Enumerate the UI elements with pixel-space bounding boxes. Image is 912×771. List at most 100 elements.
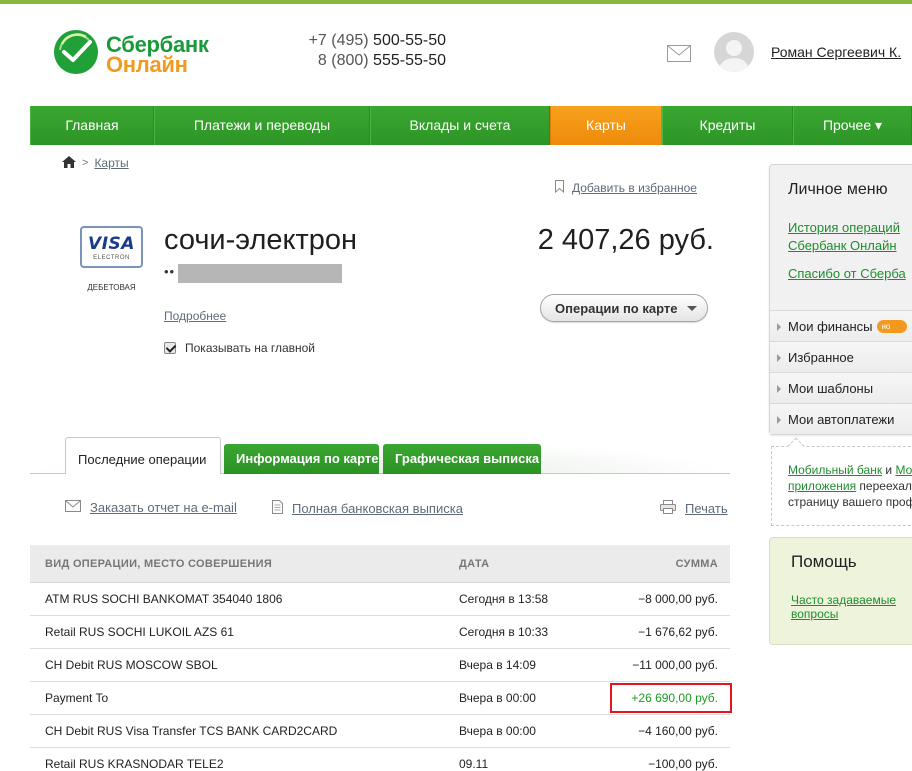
spasibo-link[interactable]: Спасибо от Сберба xyxy=(788,265,906,283)
table-row[interactable]: CH Debit RUS Visa Transfer TCS BANK CARD… xyxy=(30,715,730,748)
nav-item-cards[interactable]: Карты xyxy=(550,106,662,145)
breadcrumb-separator-icon: > xyxy=(82,157,89,169)
sidebar-item-label: Мои автоплатежи xyxy=(788,411,895,427)
sidebar-item-my-finances[interactable]: Мои финансы но xyxy=(770,310,912,341)
tab-recent-operations[interactable]: Последние операции xyxy=(65,437,221,474)
show-on-main-checkbox[interactable] xyxy=(164,342,176,354)
row-date: Вчера в 00:00 xyxy=(459,691,536,705)
breadcrumb: > Карты xyxy=(62,155,129,171)
row-amount: −1 676,62 руб. xyxy=(638,625,718,639)
card-number-dots: •• xyxy=(164,264,176,279)
home-icon[interactable] xyxy=(62,155,76,171)
user-avatar-icon[interactable] xyxy=(714,32,754,72)
card-brand-text: VISA xyxy=(88,234,135,254)
sberbank-logo[interactable]: Сбербанк Онлайн xyxy=(54,28,214,77)
row-operation: ATM RUS SOCHI BANKOMAT 354040 1806 xyxy=(45,592,283,606)
card-balance: 2 407,26 руб. xyxy=(537,224,714,256)
card-name: сочи-электрон xyxy=(164,224,358,256)
personal-menu-title: Личное меню xyxy=(788,181,888,198)
card-operations-dropdown[interactable]: Операции по карте xyxy=(540,294,708,322)
chevron-right-icon xyxy=(777,354,781,362)
note-text: страницу вашего проф xyxy=(788,495,912,509)
tab-card-info[interactable]: Информация по карте xyxy=(224,444,379,474)
show-on-main-option[interactable]: Показывать на главной xyxy=(164,341,315,355)
mobile-bank-link[interactable]: Мобильный банк xyxy=(788,463,882,477)
row-date: Вчера в 14:09 xyxy=(459,658,536,672)
card-number-redacted xyxy=(178,264,342,283)
card-operations-label: Операции по карте xyxy=(555,300,678,316)
row-date: 09.11 xyxy=(459,757,489,771)
printer-icon xyxy=(660,500,676,517)
table-row[interactable]: CH Debit RUS MOSCOW SBOL Вчера в 14:09 −… xyxy=(30,649,730,682)
tab-graphic-statement[interactable]: Графическая выписка xyxy=(383,444,541,474)
table-row[interactable]: ATM RUS SOCHI BANKOMAT 354040 1806 Сегод… xyxy=(30,583,730,616)
sidebar-item-label: Мои финансы xyxy=(788,318,873,334)
user-name-link[interactable]: Роман Сергеевич К. xyxy=(771,44,901,60)
help-panel: Помощь Часто задаваемые вопросы xyxy=(769,537,912,645)
full-statement-label: Полная банковская выписка xyxy=(292,501,463,516)
card-brand-subtext: ELECTRON xyxy=(93,255,130,261)
chevron-right-icon xyxy=(777,416,781,424)
row-amount: −100,00 руб. xyxy=(648,757,718,771)
row-amount: −4 160,00 руб. xyxy=(638,724,718,738)
visa-electron-card-icon: VISA ELECTRON xyxy=(80,226,143,268)
table-row[interactable]: Retail RUS KRASNODAR TELE2 09.11 −100,00… xyxy=(30,748,730,771)
sidebar-item-label: Мои шаблоны xyxy=(788,380,874,396)
table-row[interactable]: Payment To Вчера в 00:00 +26 690,00 руб. xyxy=(30,682,732,715)
mobile-bank-note: Мобильный банк и Мо приложения переехал … xyxy=(771,437,912,526)
row-operation: CH Debit RUS MOSCOW SBOL xyxy=(45,658,218,672)
history-link-line2[interactable]: Сбербанк Онлайн xyxy=(788,237,897,255)
phone-russia: 8 (800) 555-55-50 xyxy=(317,52,446,69)
note-pointer xyxy=(787,437,805,455)
new-badge: но xyxy=(877,319,908,333)
nav-item-other[interactable]: Прочее ▾ xyxy=(793,106,912,145)
card-details-link[interactable]: Подробнее xyxy=(164,309,226,323)
full-statement-link[interactable]: Полная банковская выписка xyxy=(272,500,463,517)
nav-item-main[interactable]: Главная xyxy=(30,106,154,145)
envelope-icon xyxy=(65,500,81,515)
table-row[interactable]: Retail RUS SOCHI LUKOIL AZS 61 Сегодня в… xyxy=(30,616,730,649)
breadcrumb-cards-link[interactable]: Карты xyxy=(94,156,128,170)
row-operation: CH Debit RUS Visa Transfer TCS BANK CARD… xyxy=(45,724,338,738)
help-title: Помощь xyxy=(791,552,857,571)
nav-item-credits[interactable]: Кредиты xyxy=(662,106,793,145)
bookmark-icon xyxy=(555,180,564,196)
mobile-apps-link[interactable]: Мо xyxy=(895,463,912,477)
table-header: ВИД ОПЕРАЦИИ, МЕСТО СОВЕРШЕНИЯ ДАТА СУММ… xyxy=(30,545,730,583)
phone-moscow: +7 (495) 500-55-50 xyxy=(308,32,446,49)
operations-table: ВИД ОПЕРАЦИИ, МЕСТО СОВЕРШЕНИЯ ДАТА СУММ… xyxy=(30,545,732,771)
nav-item-payments[interactable]: Платежи и переводы xyxy=(154,106,370,145)
personal-menu: Личное меню История операций Сбербанк Он… xyxy=(769,164,912,435)
row-operation: Retail RUS KRASNODAR TELE2 xyxy=(45,757,224,771)
header-date: ДАТА xyxy=(459,557,490,570)
row-amount-positive: +26 690,00 руб. xyxy=(631,691,718,705)
header-amount: СУММА xyxy=(675,557,718,570)
row-date: Сегодня в 13:58 xyxy=(459,592,549,606)
envelope-icon[interactable] xyxy=(667,45,691,62)
nav-item-deposits[interactable]: Вклады и счета xyxy=(370,106,550,145)
row-operation: Retail RUS SOCHI LUKOIL AZS 61 xyxy=(45,625,234,639)
add-to-favorites-link[interactable]: Добавить в избранное xyxy=(555,180,697,196)
contact-phones: +7 (495) 500-55-50 8 (800) 555-55-50 xyxy=(296,31,446,71)
email-report-label: Заказать отчет на e-mail xyxy=(90,500,237,515)
print-label: Печать xyxy=(685,501,728,516)
sidebar-item-templates[interactable]: Мои шаблоны xyxy=(770,372,912,403)
row-operation: Payment To xyxy=(45,691,109,705)
row-date: Сегодня в 10:33 xyxy=(459,625,549,639)
email-report-link[interactable]: Заказать отчет на e-mail xyxy=(65,500,237,515)
print-link[interactable]: Печать xyxy=(660,500,728,517)
faq-link[interactable]: Часто задаваемые вопросы xyxy=(791,593,896,621)
sberbank-logo-icon xyxy=(54,30,98,74)
row-amount: −8 000,00 руб. xyxy=(638,592,718,606)
document-icon xyxy=(272,500,283,517)
chevron-right-icon xyxy=(777,323,781,331)
add-to-favorites-label: Добавить в избранное xyxy=(572,181,697,195)
logo-text-online: Онлайн xyxy=(106,52,188,77)
history-link-line1[interactable]: История операций xyxy=(788,219,900,237)
row-amount: −11 000,00 руб. xyxy=(632,658,718,672)
sidebar-item-autopayments[interactable]: Мои автоплатежи xyxy=(770,403,912,434)
main-navigation: Главная Платежи и переводы Вклады и счет… xyxy=(30,106,912,145)
sidebar-item-favorites[interactable]: Избранное xyxy=(770,341,912,372)
apps-link[interactable]: приложения xyxy=(788,479,856,493)
chevron-right-icon xyxy=(777,385,781,393)
